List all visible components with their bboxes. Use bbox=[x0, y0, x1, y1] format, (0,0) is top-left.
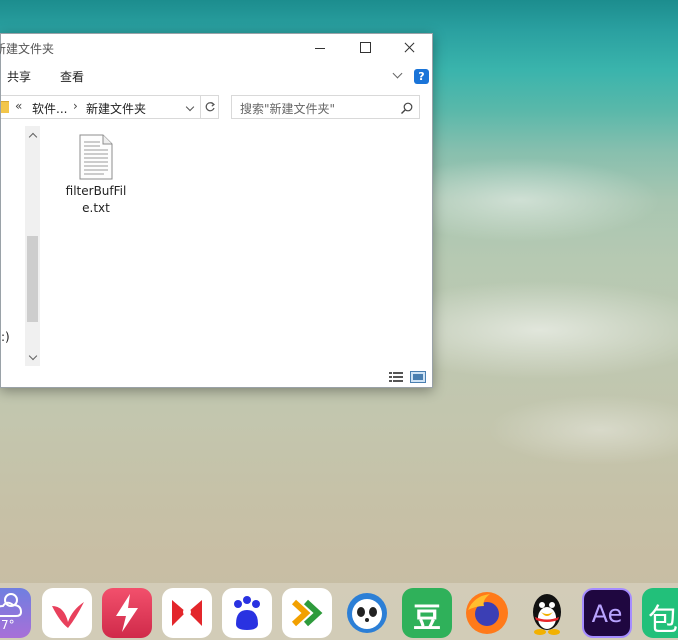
cloud-icon bbox=[0, 593, 23, 617]
dock: 7° 豆 Ae 包 bbox=[0, 583, 678, 640]
breadcrumb-new-folder[interactable]: 新建文件夹 bbox=[86, 100, 146, 117]
weather-temp: 7° bbox=[1, 618, 15, 632]
search-box[interactable]: 搜索"新建文件夹" bbox=[231, 95, 420, 119]
details-view-icon[interactable] bbox=[388, 371, 404, 383]
scroll-down-button[interactable] bbox=[25, 350, 40, 364]
close-button[interactable] bbox=[387, 34, 433, 62]
bird-app-icon[interactable] bbox=[42, 588, 92, 638]
penguin-icon bbox=[533, 594, 561, 635]
text-file-icon bbox=[79, 134, 113, 180]
nav-item-drive[interactable]: :) bbox=[1, 330, 10, 344]
panda-icon bbox=[347, 593, 387, 633]
address-bar[interactable]: « 软件... › 新建文件夹 bbox=[1, 95, 219, 119]
panda-app-icon[interactable] bbox=[342, 588, 392, 638]
search-icon[interactable] bbox=[400, 101, 414, 115]
bird-icon bbox=[52, 602, 84, 628]
file-explorer-window: 新建文件夹 共享 查看 ? « 软件... › 新建文件夹 搜索"新建文件夹" bbox=[0, 33, 433, 388]
douban-icon[interactable]: 豆 bbox=[402, 588, 452, 638]
refresh-button[interactable] bbox=[200, 96, 218, 118]
firefox-logo-icon bbox=[466, 592, 508, 634]
refresh-icon bbox=[205, 102, 215, 112]
breadcrumb-separator[interactable]: › bbox=[73, 99, 78, 113]
bao-label: 包 bbox=[648, 603, 678, 638]
douban-label: 豆 bbox=[412, 601, 441, 634]
maximize-button[interactable] bbox=[342, 34, 388, 62]
navigation-pane[interactable]: :) bbox=[1, 126, 41, 366]
arrow-app-icon[interactable] bbox=[282, 588, 332, 638]
chevron-down-icon[interactable] bbox=[393, 71, 402, 80]
large-icons-view-icon[interactable] bbox=[410, 371, 426, 383]
tab-share[interactable]: 共享 bbox=[7, 68, 31, 85]
address-dropdown-icon[interactable] bbox=[185, 102, 195, 112]
folder-icon bbox=[1, 101, 9, 113]
baidu-netdisk-icon[interactable] bbox=[222, 588, 272, 638]
window-title: 新建文件夹 bbox=[0, 42, 55, 56]
tab-view[interactable]: 查看 bbox=[60, 68, 84, 85]
file-name: filterBufFile.txt bbox=[65, 184, 127, 215]
minimize-button[interactable] bbox=[296, 34, 342, 62]
title-bar[interactable]: 新建文件夹 bbox=[0, 34, 433, 62]
firefox-icon[interactable] bbox=[462, 588, 512, 638]
file-item[interactable]: filterBufFile.txt bbox=[63, 134, 129, 224]
help-icon[interactable]: ? bbox=[414, 69, 429, 84]
weather-icon[interactable]: 7° bbox=[0, 588, 31, 638]
flash-app-icon[interactable] bbox=[102, 588, 152, 638]
double-chevron-icon bbox=[291, 599, 323, 627]
ae-label: Ae bbox=[591, 600, 623, 628]
breadcrumb-software[interactable]: 软件... bbox=[32, 100, 67, 117]
xmind-logo-icon bbox=[172, 600, 202, 626]
lightning-icon bbox=[116, 594, 138, 632]
after-effects-icon[interactable]: Ae bbox=[582, 588, 632, 638]
paw-icon bbox=[234, 596, 260, 630]
breadcrumb-overflow[interactable]: « bbox=[15, 99, 22, 113]
scroll-up-button[interactable] bbox=[25, 128, 40, 142]
xmind-icon[interactable] bbox=[162, 588, 212, 638]
nav-scrollbar[interactable] bbox=[25, 126, 40, 366]
bao-app-icon[interactable]: 包 bbox=[642, 588, 678, 638]
qq-icon[interactable] bbox=[522, 588, 572, 638]
ribbon-tabs: 共享 查看 ? bbox=[1, 62, 432, 90]
scroll-thumb[interactable] bbox=[27, 236, 38, 322]
search-input[interactable]: 搜索"新建文件夹" bbox=[240, 100, 335, 117]
